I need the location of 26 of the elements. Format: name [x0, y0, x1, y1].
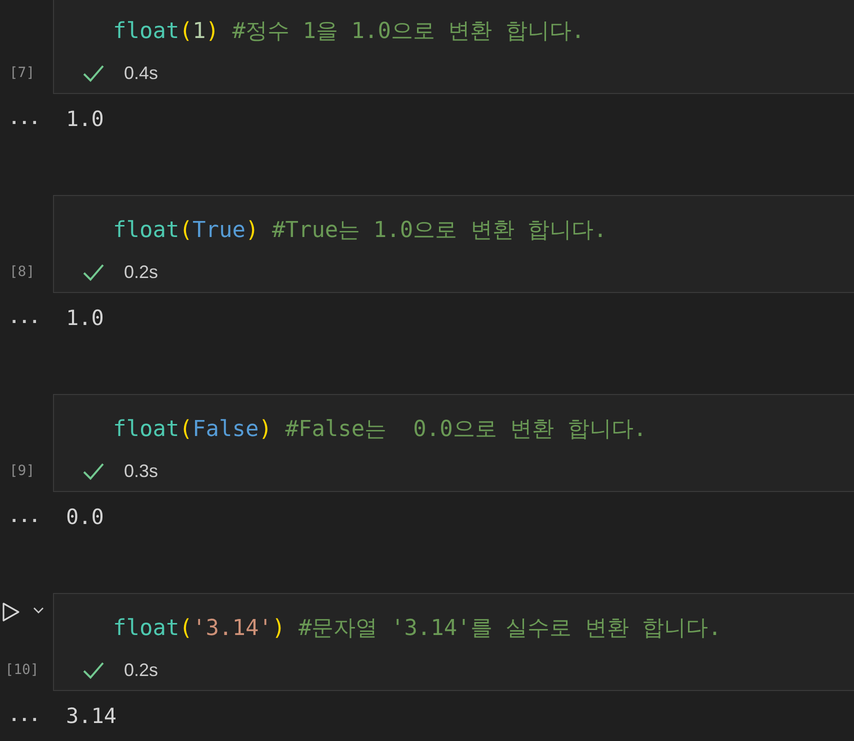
run-icon[interactable]: [2, 602, 20, 622]
code-line: float(1) #정수 1을 1.0으로 변환 합니다.: [113, 18, 585, 46]
output-text: 0.0: [66, 504, 104, 532]
output-text: 1.0: [66, 305, 104, 332]
chevron-down-icon[interactable]: [33, 606, 44, 614]
output-prompt: ...: [9, 705, 40, 728]
code-line: float('3.14') #문자열 '3.14'를 실수로 변환 합니다.: [113, 615, 722, 643]
code-cell[interactable]: float(False) #False는 0.0으로 변환 합니다. 0.3s: [53, 394, 854, 492]
execution-time: 0.4s: [124, 62, 158, 84]
code-cell[interactable]: float(1) #정수 1을 1.0으로 변환 합니다. 0.4s: [53, 0, 854, 94]
execution-count: [10]: [5, 660, 39, 680]
execution-count: [9]: [9, 462, 35, 480]
output-text: 3.14: [66, 703, 117, 730]
output-prompt: ...: [9, 108, 40, 132]
execution-time: 0.2s: [124, 260, 158, 284]
code-cell[interactable]: float('3.14') #문자열 '3.14'를 실수로 변환 합니다. 0.2s: [53, 593, 854, 691]
execution-count: [7]: [9, 64, 35, 82]
code-line: float(True) #True는 1.0으로 변환 합니다.: [113, 217, 607, 245]
output-prompt: ...: [9, 506, 40, 530]
execution-time: 0.3s: [124, 460, 158, 482]
output-prompt: ...: [9, 307, 40, 330]
execution-count: [8]: [9, 262, 35, 282]
output-text: 1.0: [66, 106, 104, 134]
code-cell[interactable]: float(True) #True는 1.0으로 변환 합니다. 0.2s: [53, 195, 854, 293]
code-line: float(False) #False는 0.0으로 변환 합니다.: [113, 416, 647, 444]
execution-time: 0.2s: [124, 658, 158, 682]
